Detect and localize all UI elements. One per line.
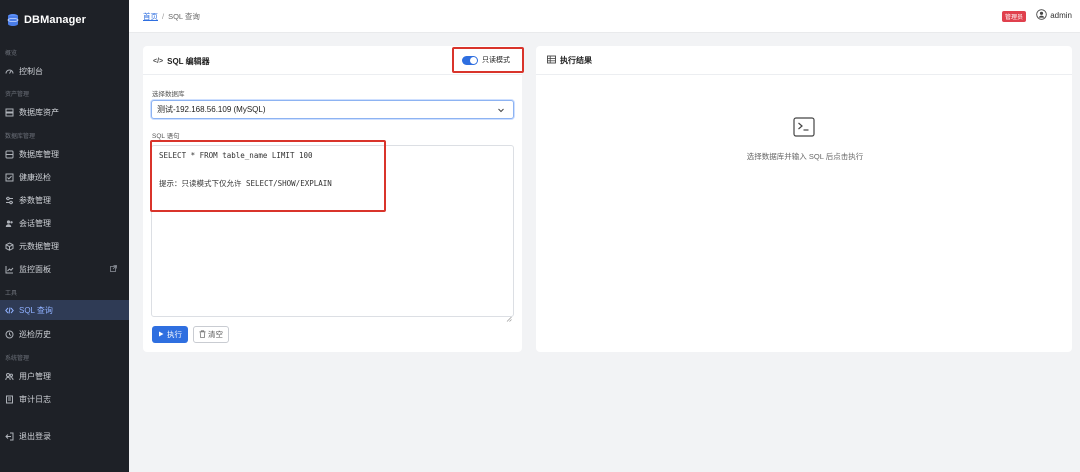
users-icon — [5, 219, 14, 228]
results-card — [536, 46, 1072, 352]
sidebar-item-health-check[interactable]: 健康巡检 — [0, 167, 129, 187]
sidebar-item-label: 元数据管理 — [19, 241, 59, 251]
user-group-icon — [5, 372, 14, 381]
highlight-sql-box — [150, 140, 386, 212]
section-label-assets: 资产管理 — [5, 92, 30, 98]
log-icon — [5, 395, 14, 404]
sql-editor-title-text: SQL 编辑器 — [167, 57, 210, 66]
section-label-system: 系统管理 — [5, 356, 30, 362]
sidebar-item-check-history[interactable]: 巡检历史 — [0, 324, 129, 344]
db-select-label: 选择数据库 — [152, 91, 185, 98]
resize-handle-icon[interactable] — [506, 309, 512, 322]
sidebar-item-metadata[interactable]: 元数据管理 — [0, 236, 129, 256]
sql-editor-title: </> SQL 编辑器 — [153, 56, 210, 67]
sidebar-item-sessions[interactable]: 会话管理 — [0, 213, 129, 233]
editor-header-divider — [143, 74, 522, 75]
server-icon — [5, 108, 14, 117]
breadcrumb: 首页 / SQL 查询 — [143, 11, 200, 22]
section-label-overview: 概览 — [5, 51, 18, 57]
sql-label: SQL 语句 — [152, 133, 180, 140]
play-icon — [158, 330, 164, 339]
results-empty-text: 选择数据库并输入 SQL 后点击执行 — [746, 152, 864, 161]
sliders-icon — [5, 196, 14, 205]
sidebar-item-label: SQL 查询 — [19, 305, 53, 315]
dashboard-icon — [5, 67, 14, 76]
db-select-value: 测试-192.168.56.109 (MySQL) — [157, 105, 266, 114]
db-select[interactable]: 测试-192.168.56.109 (MySQL) — [151, 100, 514, 119]
clear-button[interactable]: 清空 — [193, 326, 229, 343]
chevron-down-icon — [497, 106, 505, 114]
sidebar-item-label: 退出登录 — [19, 431, 51, 441]
sidebar-item-label: 监控面板 — [19, 264, 51, 274]
role-badge: 管理员 — [1001, 11, 1026, 22]
sidebar-item-db-assets[interactable]: 数据库资产 — [0, 102, 129, 122]
trash-icon — [199, 329, 206, 340]
sidebar-item-label: 健康巡检 — [19, 172, 51, 182]
clear-button-label: 清空 — [208, 330, 223, 339]
cube-icon — [5, 241, 14, 251]
app-name: DBManager — [24, 14, 87, 26]
database-icon — [5, 150, 14, 159]
sidebar-item-label: 控制台 — [19, 66, 43, 76]
checklist-icon — [5, 173, 14, 182]
breadcrumb-separator: / — [162, 12, 165, 21]
code-icon — [5, 306, 14, 315]
sidebar-item-label: 巡检历史 — [19, 329, 51, 339]
sidebar-item-params[interactable]: 参数管理 — [0, 190, 129, 210]
sidebar-item-db-management[interactable]: 数据库管理 — [0, 144, 129, 164]
logout-icon — [5, 432, 14, 441]
external-link-icon — [110, 264, 117, 274]
top-bar: 首页 / SQL 查询 管理员 admin — [129, 0, 1080, 33]
sidebar-item-label: 数据库资产 — [19, 107, 59, 117]
results-header-divider — [536, 74, 1072, 75]
results-title: 执行结果 — [547, 55, 592, 66]
clock-icon — [5, 330, 14, 339]
section-label-tools: 工具 — [5, 291, 18, 297]
user-menu[interactable]: admin — [1036, 9, 1072, 22]
database-logo-icon — [6, 13, 20, 27]
sidebar-item-label: 会话管理 — [19, 218, 51, 228]
sidebar-item-logout[interactable]: 退出登录 — [0, 426, 129, 446]
table-icon — [547, 55, 556, 66]
section-label-db-management: 数据库管理 — [5, 134, 36, 140]
sidebar-item-label: 数据库管理 — [19, 149, 59, 159]
username: admin — [1050, 11, 1072, 20]
terminal-icon — [793, 117, 815, 137]
results-title-text: 执行结果 — [560, 56, 592, 65]
run-button[interactable]: 执行 — [152, 326, 188, 343]
breadcrumb-home-link[interactable]: 首页 — [143, 12, 158, 21]
sidebar-item-audit-log[interactable]: 审计日志 — [0, 389, 129, 409]
sidebar-item-users[interactable]: 用户管理 — [0, 366, 129, 386]
sidebar: DBManager 概览 控制台 资产管理 数据库资产 数据库管理 数据库管理 … — [0, 0, 129, 472]
code-icon: </> — [153, 58, 164, 65]
run-button-label: 执行 — [167, 330, 182, 339]
user-avatar-icon — [1036, 9, 1047, 22]
chart-icon — [5, 265, 14, 274]
sidebar-item-monitoring[interactable]: 监控面板 — [0, 259, 129, 279]
sidebar-item-label: 审计日志 — [19, 394, 51, 404]
sidebar-item-label: 用户管理 — [19, 371, 51, 381]
sidebar-item-dashboard[interactable]: 控制台 — [0, 61, 129, 81]
sidebar-item-label: 参数管理 — [19, 195, 51, 205]
breadcrumb-current: SQL 查询 — [168, 12, 200, 21]
sidebar-item-sql-query[interactable]: SQL 查询 — [0, 300, 129, 320]
brand[interactable]: DBManager — [0, 0, 129, 40]
highlight-readonly-box — [452, 47, 524, 73]
